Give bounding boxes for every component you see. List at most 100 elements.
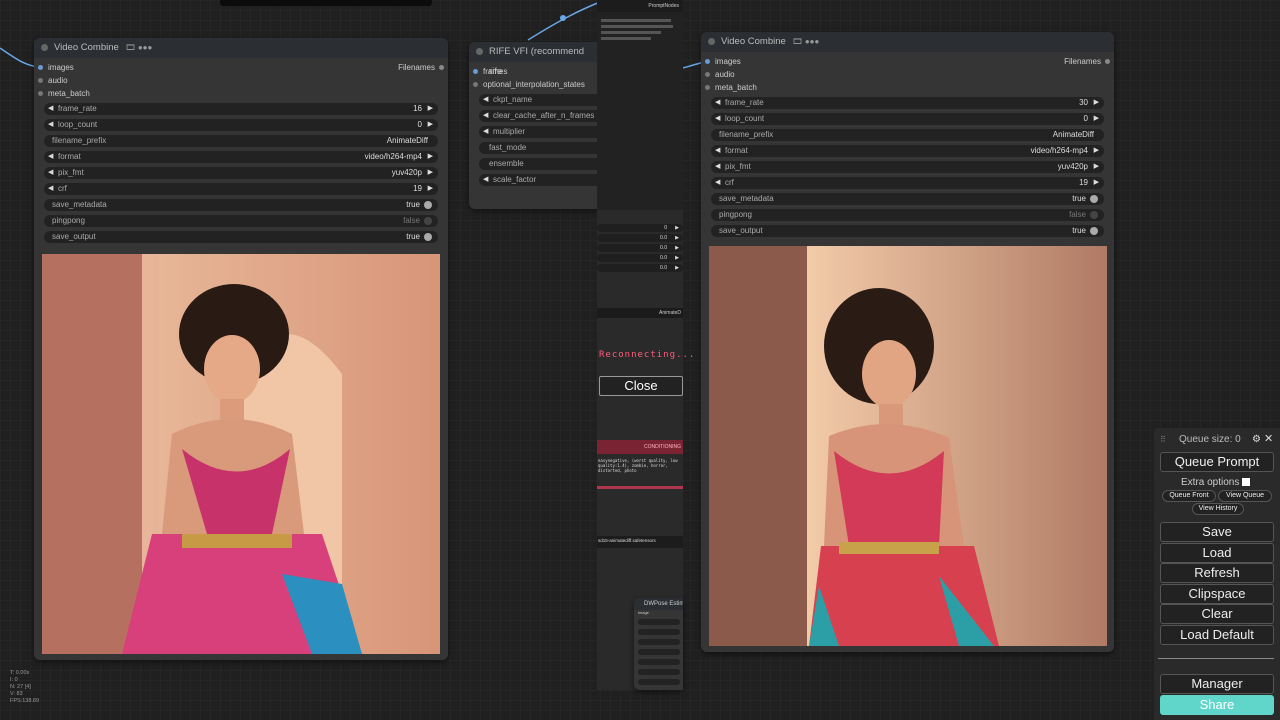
- increment-arrow-icon[interactable]: ▶: [428, 167, 433, 179]
- dwpose-widget-row[interactable]: [638, 639, 680, 645]
- video-combine-node-left[interactable]: Video Combine 🎞 ●●● images audio meta_batc…: [34, 38, 448, 660]
- widget-scale-factor[interactable]: ◀ scale_factor: [479, 174, 599, 186]
- numeric-widget-row[interactable]: 0.0 ▶: [597, 264, 683, 272]
- decrement-arrow-icon[interactable]: ◀: [483, 94, 488, 106]
- input-slot-meta-batch[interactable]: meta_batch: [38, 88, 90, 100]
- toggle-knob-icon[interactable]: [1090, 211, 1098, 219]
- clipspace-button[interactable]: Clipspace: [1160, 584, 1274, 604]
- toggle-knob-icon[interactable]: [1090, 195, 1098, 203]
- refresh-button[interactable]: Refresh: [1160, 563, 1274, 583]
- drag-handle-icon[interactable]: ⠿: [1160, 435, 1166, 444]
- decrement-arrow-icon[interactable]: ◀: [483, 126, 488, 138]
- view-history-button[interactable]: View History: [1192, 503, 1244, 515]
- collapse-dot-icon[interactable]: [708, 38, 715, 45]
- node-title-bar[interactable]: Video Combine 🎞 ●●●: [701, 32, 1114, 52]
- widget-crf[interactable]: ◀ ▶ crf 19: [44, 183, 438, 195]
- extra-options-checkbox[interactable]: [1242, 478, 1250, 486]
- collapse-dot-icon[interactable]: [476, 48, 483, 55]
- increment-arrow-icon[interactable]: ▶: [1094, 113, 1099, 125]
- queue-front-button[interactable]: Queue Front: [1162, 490, 1216, 502]
- node-title-bar[interactable]: RIFE VFI (recommend rife: [469, 42, 599, 77]
- manager-button[interactable]: Manager: [1160, 674, 1274, 694]
- close-icon[interactable]: ✕: [1264, 432, 1273, 445]
- decrement-arrow-icon[interactable]: ◀: [715, 113, 720, 125]
- input-slot-audio[interactable]: audio: [705, 69, 735, 81]
- numeric-widget-row[interactable]: 0.0 ▶: [597, 244, 683, 252]
- increment-arrow-icon[interactable]: ▶: [1094, 177, 1099, 189]
- collapse-dot-icon[interactable]: [41, 44, 48, 51]
- increment-arrow-icon[interactable]: ▶: [675, 244, 679, 252]
- toggle-knob-icon[interactable]: [424, 217, 432, 225]
- widget-ckpt-name[interactable]: ◀ ckpt_name: [479, 94, 599, 106]
- toggle-knob-icon[interactable]: [424, 233, 432, 241]
- increment-arrow-icon[interactable]: ▶: [675, 224, 679, 232]
- increment-arrow-icon[interactable]: ▶: [428, 103, 433, 115]
- widget-pix-fmt[interactable]: ◀ ▶ pix_fmt yuv420p: [711, 161, 1104, 173]
- output-slot-filenames[interactable]: Filenames: [1064, 56, 1110, 68]
- increment-arrow-icon[interactable]: ▶: [1094, 145, 1099, 157]
- output-slot-filenames[interactable]: Filenames: [398, 62, 444, 74]
- node-title-bar[interactable]: Video Combine 🎞 ●●●: [34, 38, 448, 58]
- input-slot-images[interactable]: images: [705, 56, 741, 68]
- widget-pingpong[interactable]: pingpong false: [711, 209, 1104, 221]
- increment-arrow-icon[interactable]: ▶: [675, 254, 679, 262]
- increment-arrow-icon[interactable]: ▶: [428, 183, 433, 195]
- dwpose-widget-row[interactable]: [638, 659, 680, 665]
- widget-save-output[interactable]: save_output true: [711, 225, 1104, 237]
- decrement-arrow-icon[interactable]: ◀: [48, 183, 53, 195]
- widget-frame-rate[interactable]: ◀ ▶ frame_rate 16: [44, 103, 438, 115]
- dwpose-widget-row[interactable]: [638, 629, 680, 635]
- widget-ensemble[interactable]: ensemble: [479, 158, 599, 170]
- decrement-arrow-icon[interactable]: ◀: [48, 119, 53, 131]
- dwpose-node[interactable]: DWPose Estimator image: [634, 598, 683, 690]
- increment-arrow-icon[interactable]: ▶: [428, 119, 433, 131]
- queue-prompt-button[interactable]: Queue Prompt: [1160, 452, 1274, 472]
- widget-loop-count[interactable]: ◀ ▶ loop_count 0: [44, 119, 438, 131]
- widget-save-metadata[interactable]: save_metadata true: [711, 193, 1104, 205]
- widget-frame-rate[interactable]: ◀ ▶ frame_rate 30: [711, 97, 1104, 109]
- decrement-arrow-icon[interactable]: ◀: [483, 110, 488, 122]
- widget-filename-prefix[interactable]: filename_prefix AnimateDiff: [44, 135, 438, 147]
- close-button[interactable]: Close: [599, 376, 683, 396]
- input-slot-meta-batch[interactable]: meta_batch: [705, 82, 757, 94]
- dwpose-widget-row[interactable]: [638, 669, 680, 675]
- increment-arrow-icon[interactable]: ▶: [1094, 97, 1099, 109]
- decrement-arrow-icon[interactable]: ◀: [715, 177, 720, 189]
- decrement-arrow-icon[interactable]: ◀: [48, 151, 53, 163]
- input-slot-audio[interactable]: audio: [38, 75, 68, 87]
- input-slot-states[interactable]: optional_interpolation_states: [473, 79, 585, 91]
- increment-arrow-icon[interactable]: ▶: [675, 264, 679, 272]
- increment-arrow-icon[interactable]: ▶: [428, 151, 433, 163]
- settings-gear-icon[interactable]: ⚙: [1252, 434, 1261, 445]
- save-button[interactable]: Save: [1160, 522, 1274, 542]
- decrement-arrow-icon[interactable]: ◀: [715, 161, 720, 173]
- widget-clear-cache-after-n-frames[interactable]: ◀ clear_cache_after_n_frames: [479, 110, 599, 122]
- widget-multiplier[interactable]: ◀ multiplier: [479, 126, 599, 138]
- dwpose-widget-row[interactable]: [638, 619, 680, 625]
- decrement-arrow-icon[interactable]: ◀: [715, 145, 720, 157]
- decrement-arrow-icon[interactable]: ◀: [483, 174, 488, 186]
- input-slot-frames[interactable]: frames: [473, 66, 507, 78]
- rife-vfi-node[interactable]: RIFE VFI (recommend rife frames optional…: [469, 42, 599, 209]
- numeric-widget-row[interactable]: 0.0 ▶: [597, 254, 683, 262]
- widget-pix-fmt[interactable]: ◀ ▶ pix_fmt yuv420p: [44, 167, 438, 179]
- widget-format[interactable]: ◀ ▶ format video/h264-mp4: [44, 151, 438, 163]
- widget-pingpong[interactable]: pingpong false: [44, 215, 438, 227]
- widget-format[interactable]: ◀ ▶ format video/h264-mp4: [711, 145, 1104, 157]
- numeric-widget-row[interactable]: 0.0 ▶: [597, 234, 683, 242]
- numeric-widget-row[interactable]: 0 ▶: [597, 224, 683, 232]
- view-queue-button[interactable]: View Queue: [1218, 490, 1272, 502]
- dwpose-widget-row[interactable]: [638, 649, 680, 655]
- increment-arrow-icon[interactable]: ▶: [675, 234, 679, 242]
- clear-button[interactable]: Clear: [1160, 604, 1274, 624]
- widget-filename-prefix[interactable]: filename_prefix AnimateDiff: [711, 129, 1104, 141]
- decrement-arrow-icon[interactable]: ◀: [715, 97, 720, 109]
- toggle-knob-icon[interactable]: [1090, 227, 1098, 235]
- load-button[interactable]: Load: [1160, 543, 1274, 563]
- video-combine-node-right[interactable]: Video Combine 🎞 ●●● images audio meta_batc…: [701, 32, 1114, 652]
- toggle-knob-icon[interactable]: [424, 201, 432, 209]
- load-default-button[interactable]: Load Default: [1160, 625, 1274, 645]
- decrement-arrow-icon[interactable]: ◀: [48, 167, 53, 179]
- widget-crf[interactable]: ◀ ▶ crf 19: [711, 177, 1104, 189]
- widget-save-output[interactable]: save_output true: [44, 231, 438, 243]
